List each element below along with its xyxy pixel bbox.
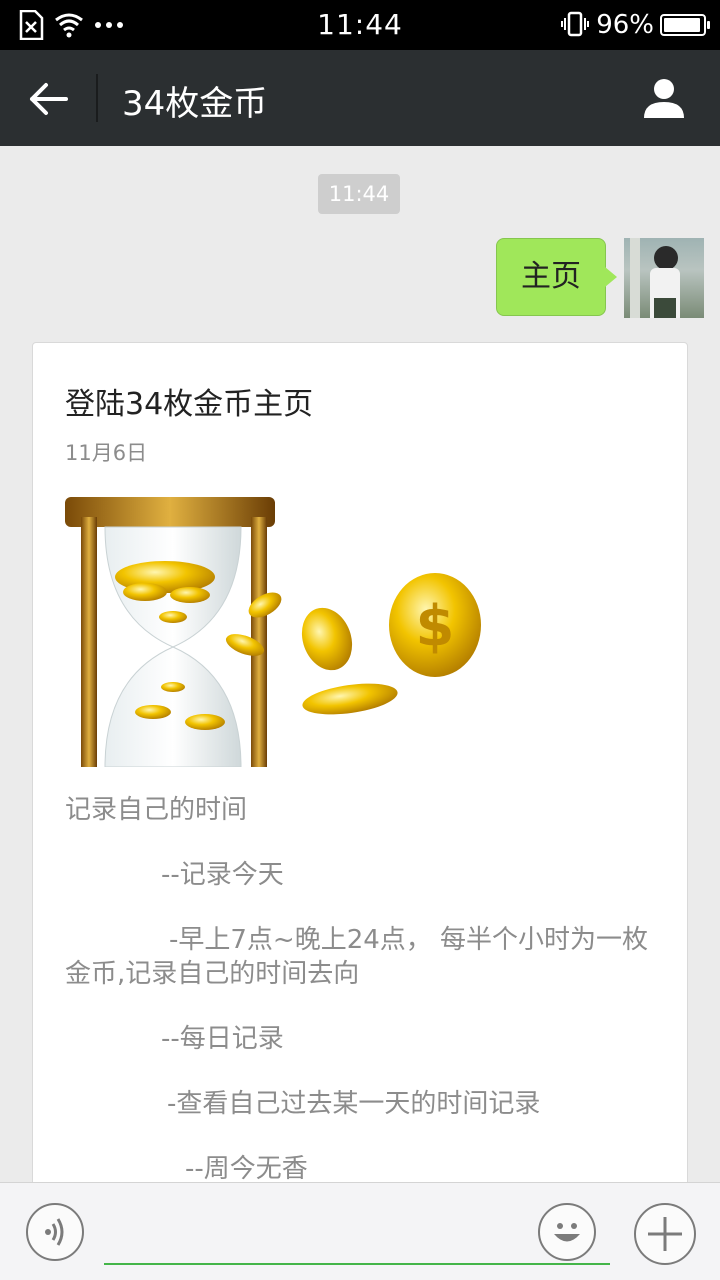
battery-percent: 96% [596,10,654,40]
message-input[interactable] [104,1263,610,1265]
arrow-left-icon[interactable] [26,76,72,122]
message-timestamp: 11:44 [318,174,400,214]
status-right-icons: 96% [560,10,710,40]
chat-header: 34枚金币 [0,50,720,146]
hourglass-coins-image[interactable]: $ [65,497,501,767]
battery-fill [664,18,701,32]
sent-message-bubble[interactable]: 主页 [496,238,617,316]
header-divider [96,74,98,122]
emoji-button[interactable] [538,1203,596,1261]
avatar-bg-pole [630,238,640,318]
voice-icon [45,1218,64,1246]
person-icon[interactable] [642,76,686,120]
article-paragraph: -查看自己过去某一天的时间记录 [167,1089,541,1119]
article-paragraph: --记录今天 [161,860,284,890]
plus-icon [648,1217,682,1251]
article-date: 11月6日 [65,441,148,465]
emoji-icon [554,1223,580,1242]
sent-message-row: 主页 [496,238,704,318]
status-bar: 11:44 96% [0,0,720,50]
avatar-legs [654,298,676,318]
article-paragraph: -早上7点~晚上24点， 每半个小时为一枚金币,记录自己的时间去向 [65,925,649,989]
avatar-head [654,246,678,270]
article-paragraph: --周今无香 [185,1154,308,1182]
chat-title: 34枚金币 [122,84,268,124]
input-bar [0,1182,720,1280]
article-body: 记录自己的时间 --记录今天 -早上7点~晚上24点， 每半个小时为一枚金币,记… [65,793,657,1182]
article-card[interactable]: 登陆34枚金币主页 11月6日 $ 记录自己的时间 --记录今天 -早上7点~晚… [32,342,688,1182]
svg-text:$: $ [416,594,455,659]
avatar[interactable] [624,238,704,318]
article-paragraph: --每日记录 [161,1024,284,1054]
chat-area[interactable]: 11:44 主页 登陆34枚金币主页 11月6日 $ 记录自己的时间 --记录今… [0,146,720,1182]
vibrate-icon [561,11,590,37]
battery-icon [660,14,710,36]
article-paragraph: 记录自己的时间 [65,795,248,825]
article-title: 登陆34枚金币主页 [65,387,314,422]
add-button[interactable] [634,1203,696,1265]
voice-button[interactable] [26,1203,84,1261]
